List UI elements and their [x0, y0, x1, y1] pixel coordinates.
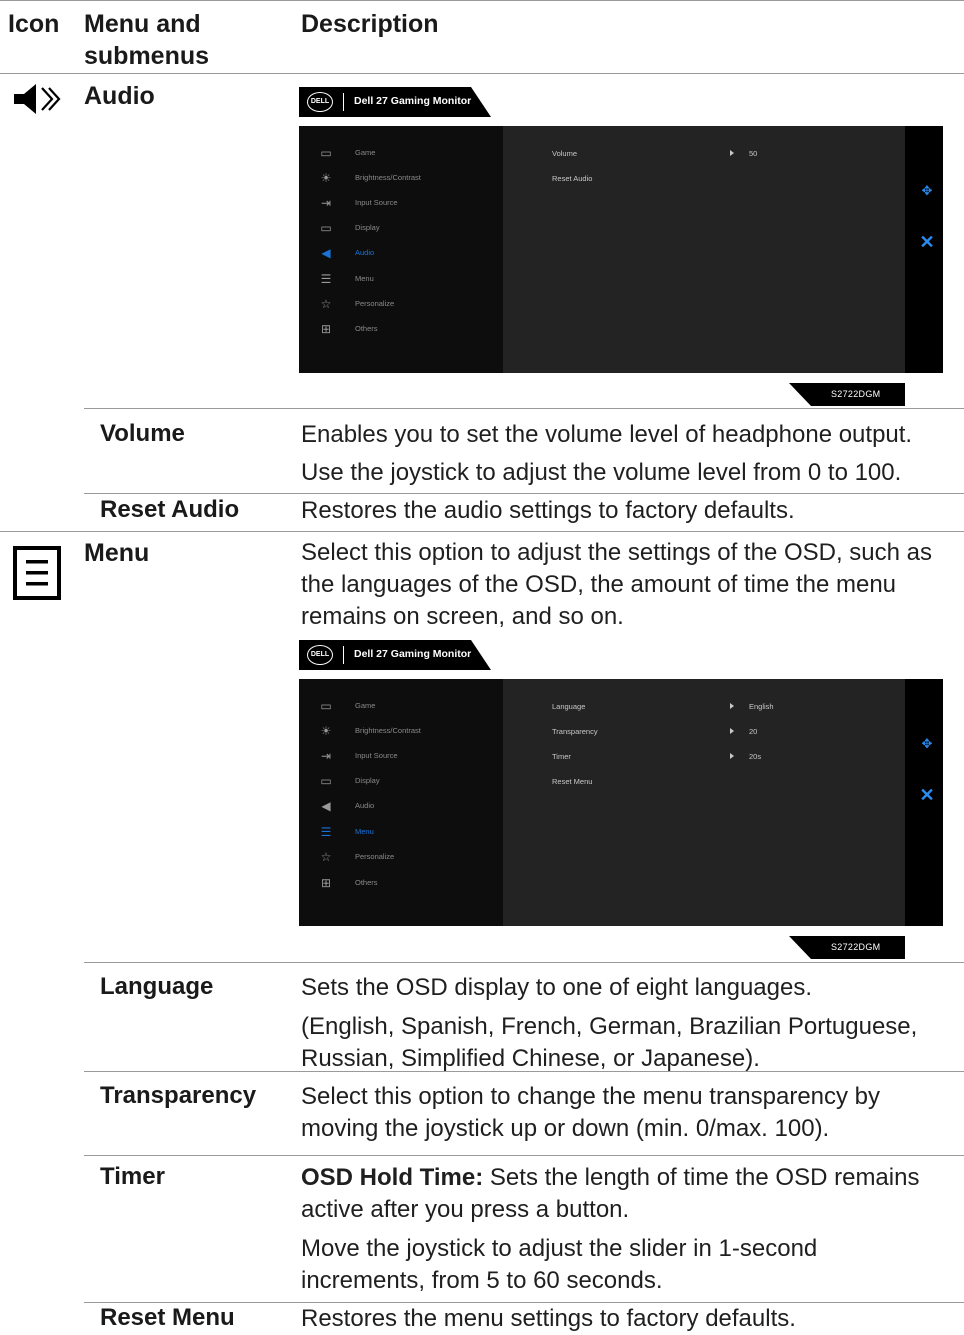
submenu-language: Language [100, 973, 214, 1000]
monitor-title: Dell 27 Gaming Monitor [354, 648, 472, 660]
display-icon: ▭ [320, 774, 332, 788]
header-rule [0, 73, 964, 74]
osd-menu-item-others[interactable]: ⊞ Others [317, 321, 497, 337]
model-tag: S2722DGM [789, 936, 905, 959]
speaker-icon: ◀ [321, 246, 331, 260]
arrow-right-icon [730, 703, 734, 709]
submenu-transparency: Transparency [100, 1082, 257, 1109]
osd-title-bar: DELL Dell 27 Gaming Monitor [299, 87, 491, 117]
desc-reset-audio: Restores the audio settings to factory d… [301, 497, 795, 524]
osd-setting-timer[interactable]: Timer 20s [552, 752, 852, 764]
model-tag: S2722DGM [789, 383, 905, 406]
osd-menu-item-display[interactable]: ▭ Display [317, 220, 497, 236]
row-rule [84, 1155, 964, 1156]
osd-menu-item-input-source[interactable]: ⇥ Input Source [317, 748, 497, 764]
osd-menu-item-audio[interactable]: ◀ Audio [317, 245, 497, 261]
header-menu-and-submenus: Menu and submenus [84, 10, 210, 70]
osd-menu-list: ▭ Game ☀ Brightness/Contrast ⇥ Input Source… [299, 126, 503, 373]
desc-timer-2: Move the joystick to adjust the slider i… [301, 1235, 818, 1294]
input-source-icon: ⇥ [320, 749, 332, 763]
osd-setting-reset-audio[interactable]: Reset Audio [552, 174, 852, 186]
monitor-title: Dell 27 Gaming Monitor [354, 95, 472, 107]
osd-menu-item-others[interactable]: ⊞ Others [317, 875, 497, 891]
dell-logo: DELL [307, 645, 333, 665]
joystick-nav-icon[interactable]: ✥ [919, 736, 935, 752]
desc-volume-1: Enables you to set the volume level of h… [301, 421, 913, 448]
input-source-icon: ⇥ [320, 196, 332, 210]
submenu-reset-menu: Reset Menu [100, 1304, 235, 1331]
arrow-right-icon [730, 728, 734, 734]
row-rule [84, 408, 964, 409]
osd-menu-item-game[interactable]: ▭ Game [317, 698, 497, 714]
row-rule [84, 1071, 964, 1072]
osd-menu-list: ▭ Game ☀ Brightness/Contrast ⇥ Input Source… [299, 679, 503, 926]
menu-list-icon [13, 546, 61, 600]
osd-menu-item-menu[interactable]: ☰ Menu [317, 271, 497, 287]
desc-timer-1: OSD Hold Time: Sets the length of time t… [301, 1162, 961, 1226]
osd-menu-item-brightness[interactable]: ☀ Brightness/Contrast [317, 723, 497, 739]
osd-menu-item-brightness[interactable]: ☀ Brightness/Contrast [317, 170, 497, 186]
section-title-audio: Audio [84, 82, 155, 110]
osd-screen-menu: ▭ Game ☀ Brightness/Contrast ⇥ Input Source… [299, 679, 943, 926]
osd-menu-item-menu[interactable]: ☰ Menu [317, 824, 497, 840]
divider [343, 93, 344, 111]
osd-menu-item-input-source[interactable]: ⇥ Input Source [317, 195, 497, 211]
brightness-icon: ☀ [320, 724, 332, 738]
osd-title-bar: DELL Dell 27 Gaming Monitor [299, 640, 491, 670]
desc-reset-menu: Restores the menu settings to factory de… [301, 1305, 796, 1332]
close-icon[interactable]: ✕ [917, 232, 937, 252]
menu-list-icon: ☰ [320, 825, 332, 839]
speaker-icon: ◀ [321, 799, 331, 813]
desc-language-2: (English, Spanish, French, German, Brazi… [301, 1013, 918, 1072]
table-top-rule [0, 0, 964, 1]
osd-menu-item-audio[interactable]: ◀ Audio [317, 798, 497, 814]
menu-list-icon: ☰ [320, 272, 332, 286]
header-description: Description [301, 10, 439, 38]
osd-setting-reset-menu[interactable]: Reset Menu [552, 777, 852, 789]
osd-setting-language[interactable]: Language English [552, 702, 852, 714]
row-rule [84, 493, 964, 494]
section-title-menu: Menu [84, 539, 150, 567]
osd-settings-panel [503, 679, 905, 926]
row-rule [84, 962, 964, 963]
star-icon: ☆ [320, 297, 332, 311]
brightness-icon: ☀ [320, 171, 332, 185]
header-icon: Icon [8, 10, 60, 38]
section-rule [0, 531, 964, 532]
others-icon: ⊞ [320, 876, 332, 890]
star-icon: ☆ [320, 850, 332, 864]
osd-menu-item-display[interactable]: ▭ Display [317, 773, 497, 789]
desc-transparency: Select this option to change the menu tr… [301, 1083, 881, 1142]
submenu-volume: Volume [100, 420, 185, 447]
dell-logo: DELL [307, 92, 333, 112]
arrow-right-icon [730, 150, 734, 156]
game-icon: ▭ [320, 699, 332, 713]
others-icon: ⊞ [320, 322, 332, 336]
arrow-right-icon [730, 753, 734, 759]
osd-screen-audio: ▭ Game ☀ Brightness/Contrast ⇥ Input Source… [299, 126, 943, 373]
desc-language-1: Sets the OSD display to one of eight lan… [301, 974, 812, 1001]
osd-hold-time-label: OSD Hold Time: [301, 1164, 484, 1191]
osd-setting-transparency[interactable]: Transparency 20 [552, 727, 852, 739]
divider [343, 646, 344, 664]
osd-settings-panel [503, 126, 905, 373]
osd-setting-volume[interactable]: Volume 50 [552, 149, 852, 161]
submenu-timer: Timer [100, 1163, 165, 1190]
game-icon: ▭ [320, 146, 332, 160]
desc-volume-2: Use the joystick to adjust the volume le… [301, 459, 902, 486]
speaker-icon [14, 84, 61, 114]
close-icon[interactable]: ✕ [917, 785, 937, 805]
joystick-nav-icon[interactable]: ✥ [919, 183, 935, 199]
osd-menu-item-personalize[interactable]: ☆ Personalize [317, 296, 497, 312]
osd-menu-item-personalize[interactable]: ☆ Personalize [317, 849, 497, 865]
desc-menu: Select this option to adjust the setting… [301, 539, 933, 630]
osd-menu-item-game[interactable]: ▭ Game [317, 145, 497, 161]
submenu-reset-audio: Reset Audio [100, 496, 240, 523]
display-icon: ▭ [320, 221, 332, 235]
